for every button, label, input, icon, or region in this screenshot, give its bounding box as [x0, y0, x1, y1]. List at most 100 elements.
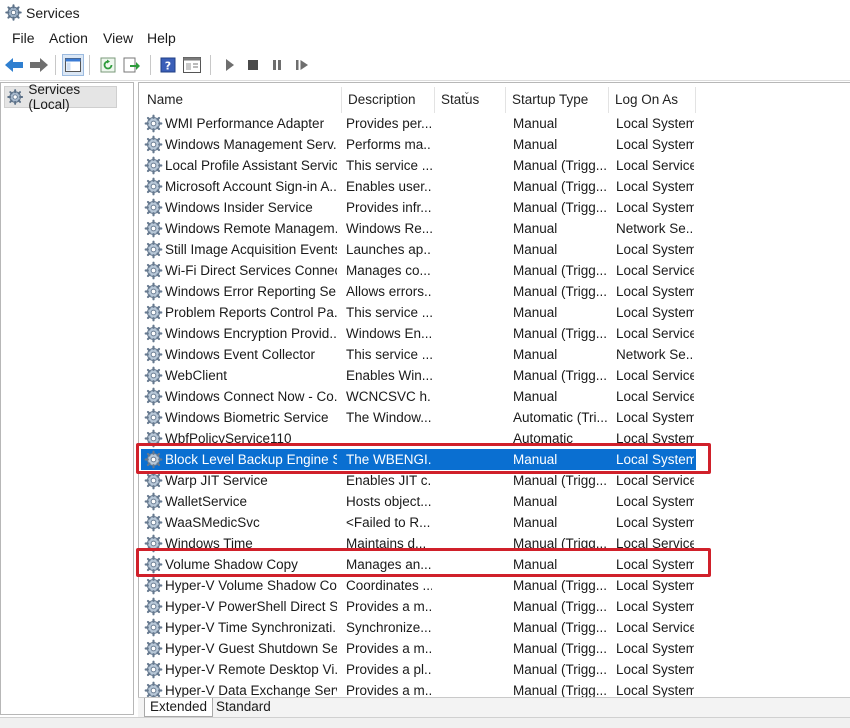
- column-header-startup-type[interactable]: Startup Type: [506, 87, 609, 113]
- service-description: Enables user...: [346, 179, 432, 194]
- service-name: Hyper-V Remote Desktop Vi...: [165, 662, 337, 677]
- service-row[interactable]: WaaSMedicSvc <Failed to R... Manual Local S…: [139, 512, 850, 533]
- service-row[interactable]: Hyper-V Volume Shadow Co... Coordinates .…: [139, 575, 850, 596]
- service-gear-icon: [144, 639, 163, 658]
- service-gear-icon: [144, 240, 163, 259]
- service-log-on-as: Local System: [616, 179, 694, 194]
- service-row[interactable]: Windows Event Collector This service ... M…: [139, 344, 850, 365]
- properties-icon[interactable]: [181, 54, 203, 76]
- show-hide-console-tree-icon[interactable]: [62, 54, 84, 76]
- service-gear-icon: [144, 366, 163, 385]
- highlight-box: [136, 443, 711, 474]
- service-description: This service ...: [346, 305, 432, 320]
- service-row[interactable]: WebClient Enables Win... Manual (Trigg... L…: [139, 365, 850, 386]
- view-tabs: Extended Standard: [138, 697, 850, 718]
- service-description: Synchronize...: [346, 620, 432, 635]
- help-icon[interactable]: ?: [157, 54, 179, 76]
- service-name: Local Profile Assistant Service: [165, 158, 337, 173]
- menu-bar: File Action View Help: [0, 27, 850, 50]
- service-row[interactable]: Microsoft Account Sign-in A... Enables us…: [139, 176, 850, 197]
- resume-service-icon[interactable]: [291, 54, 313, 76]
- back-arrow-icon[interactable]: [3, 54, 25, 76]
- service-status: [440, 659, 504, 680]
- service-row[interactable]: Windows Management Serv... Performs ma...…: [139, 134, 850, 155]
- service-gear-icon: [144, 492, 163, 511]
- service-gear-icon: [144, 282, 163, 301]
- service-log-on-as: Local System: [616, 200, 694, 215]
- service-startup-type: Manual (Trigg...: [513, 641, 607, 656]
- service-row[interactable]: Windows Remote Managem... Windows Re... Ma…: [139, 218, 850, 239]
- toolbar-separator: [89, 55, 90, 75]
- service-row[interactable]: WalletService Hosts object... Manual Local …: [139, 491, 850, 512]
- service-row[interactable]: Windows Insider Service Provides infr... M…: [139, 197, 850, 218]
- service-status: [440, 260, 504, 281]
- column-header-name[interactable]: Name: [141, 87, 342, 113]
- pause-service-icon[interactable]: [266, 54, 288, 76]
- service-row[interactable]: Problem Reports Control Pa... This servic…: [139, 302, 850, 323]
- menu-view[interactable]: View: [101, 30, 135, 46]
- service-row[interactable]: Still Image Acquisition Events Launches a…: [139, 239, 850, 260]
- refresh-icon[interactable]: [97, 54, 119, 76]
- tab-extended[interactable]: Extended: [144, 698, 214, 717]
- service-row[interactable]: Windows Error Reporting Se... Allows erro…: [139, 281, 850, 302]
- service-row[interactable]: Local Profile Assistant Service This serv…: [139, 155, 850, 176]
- export-list-icon[interactable]: [121, 54, 143, 76]
- service-row[interactable]: Windows Encryption Provid... Windows En..…: [139, 323, 850, 344]
- service-row[interactable]: Hyper-V Guest Shutdown Se... Provides a m…: [139, 638, 850, 659]
- service-status: [440, 239, 504, 260]
- service-description: <Failed to R...: [346, 515, 431, 530]
- sort-chevron-icon: ⌄: [463, 86, 471, 96]
- svg-text:?: ?: [165, 60, 171, 73]
- service-row[interactable]: Hyper-V Time Synchronizati... Synchronize…: [139, 617, 850, 638]
- service-status: [440, 617, 504, 638]
- service-row[interactable]: Hyper-V Data Exchange Serv... Provides a …: [139, 680, 850, 697]
- service-name: Windows Encryption Provid...: [165, 326, 337, 341]
- service-startup-type: Manual: [513, 116, 558, 131]
- tab-standard[interactable]: Standard: [211, 698, 276, 717]
- column-header-log-on-as[interactable]: Log On As: [609, 87, 696, 113]
- service-status: [440, 344, 504, 365]
- service-row[interactable]: Hyper-V PowerShell Direct S... Provides a…: [139, 596, 850, 617]
- service-log-on-as: Local Service: [616, 389, 694, 404]
- column-header-description[interactable]: Description: [342, 87, 435, 113]
- service-status: [440, 596, 504, 617]
- service-status: [440, 134, 504, 155]
- menu-action[interactable]: Action: [47, 30, 90, 46]
- service-description: Provides a pl...: [346, 662, 432, 677]
- menu-file[interactable]: File: [10, 30, 37, 46]
- column-header-row: Name Description Status Startup Type Log…: [139, 86, 850, 113]
- service-description: Provides per...: [346, 116, 432, 131]
- menu-help[interactable]: Help: [145, 30, 178, 46]
- service-log-on-as: Local System: [616, 410, 694, 425]
- toolbar: ?: [0, 50, 850, 81]
- service-gear-icon: [144, 261, 163, 280]
- service-log-on-as: Local System: [616, 578, 694, 593]
- service-description: Enables Win...: [346, 368, 432, 383]
- service-status: [440, 680, 504, 697]
- service-status: [440, 113, 504, 134]
- service-name: Hyper-V Time Synchronizati...: [165, 620, 337, 635]
- tree-item-label: Services (Local): [28, 82, 81, 112]
- start-service-icon[interactable]: [218, 54, 240, 76]
- service-log-on-as: Local System: [616, 641, 694, 656]
- service-gear-icon: [144, 408, 163, 427]
- service-startup-type: Manual: [513, 494, 558, 509]
- service-log-on-as: Local System: [616, 242, 694, 257]
- service-row[interactable]: Hyper-V Remote Desktop Vi... Provides a p…: [139, 659, 850, 680]
- service-log-on-as: Network Se...: [616, 221, 694, 236]
- service-gear-icon: [144, 618, 163, 637]
- service-status: [440, 155, 504, 176]
- service-name: Windows Event Collector: [165, 347, 316, 362]
- service-name: Windows Connect Now - Co...: [165, 389, 337, 404]
- service-row[interactable]: Windows Connect Now - Co... WCNCSVC h... M…: [139, 386, 850, 407]
- service-name: Problem Reports Control Pa...: [165, 305, 337, 320]
- service-row[interactable]: Wi-Fi Direct Services Connec... Manages c…: [139, 260, 850, 281]
- stop-service-icon[interactable]: [242, 54, 264, 76]
- toolbar-separator: [210, 55, 211, 75]
- service-row[interactable]: Windows Biometric Service The Window... Au…: [139, 407, 850, 428]
- tree-item-services-local[interactable]: Services (Local): [4, 82, 117, 112]
- forward-arrow-icon[interactable]: [28, 54, 50, 76]
- service-name: WalletService: [165, 494, 248, 509]
- service-row[interactable]: WMI Performance Adapter Provides per... Ma…: [139, 113, 850, 134]
- services-list-pane: Name Description Status Startup Type Log…: [138, 82, 850, 697]
